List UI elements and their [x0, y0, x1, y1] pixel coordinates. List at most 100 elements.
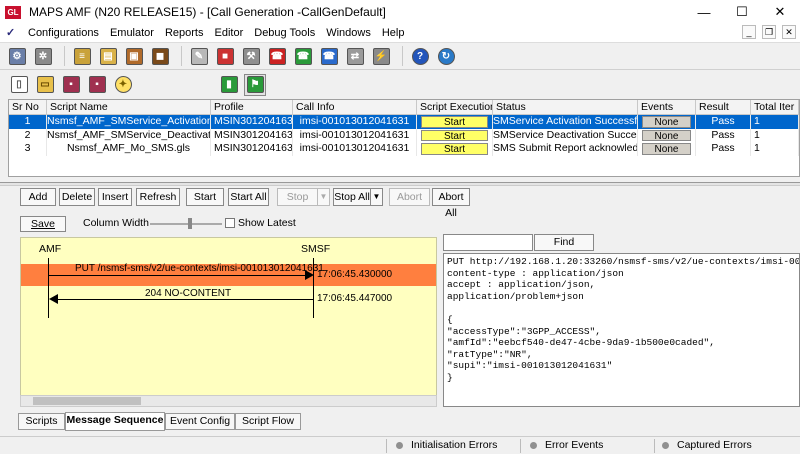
message-label: PUT /nsmsf-sms/v2/ue-contexts/imsi-00101… — [75, 263, 324, 274]
error-events-status[interactable]: Error Events — [530, 439, 603, 451]
config-button[interactable]: ⚙ — [6, 45, 28, 67]
tip-button[interactable]: ✦ — [112, 74, 134, 96]
show-latest-checkbox[interactable] — [225, 218, 235, 228]
mdi-restore-button[interactable]: ❐ — [762, 25, 776, 39]
column-header[interactable]: Sr No — [9, 100, 47, 114]
phone-red-button[interactable]: ☎ — [266, 45, 288, 67]
pane-splitter[interactable] — [0, 182, 800, 186]
stop-all-button[interactable]: Stop All — [333, 188, 371, 206]
package-button[interactable]: ▣ — [123, 45, 145, 67]
events-button[interactable]: None — [642, 143, 691, 155]
table-row[interactable]: 2 Nsmsf_AMF_SMService_Deactivation.gls M… — [9, 128, 799, 142]
open-folder-button[interactable]: ▭ — [34, 74, 56, 96]
start-script-button[interactable]: Start — [421, 116, 488, 128]
total-iter-cell: 1 — [751, 128, 799, 142]
menu-windows[interactable]: Windows — [322, 27, 378, 39]
start-all-button[interactable]: Start All — [228, 188, 269, 206]
tab-event-config[interactable]: Event Config — [165, 413, 235, 430]
script-folder-button[interactable]: ▤ — [97, 45, 119, 67]
message-sequence-diagram: AMF SMSF PUT /nsmsf-sms/v2/ue-contexts/i… — [20, 237, 437, 407]
gear-icon: ✲ — [34, 47, 52, 65]
menu-debug-tools[interactable]: Debug Tools — [250, 27, 322, 39]
menu-editor[interactable]: Editor — [211, 27, 251, 39]
close-button[interactable]: ✕ — [764, 0, 796, 24]
multi-node-button[interactable]: ⚑ — [244, 73, 266, 96]
menu-help[interactable]: Help — [378, 27, 412, 39]
tab-script-flow[interactable]: Script Flow — [235, 413, 301, 430]
menu-configurations[interactable]: Configurations — [24, 27, 106, 39]
save-as-icon: ▪ — [88, 76, 106, 93]
slider-thumb[interactable] — [188, 218, 192, 229]
stop-dropdown-button[interactable]: ▼ — [317, 188, 330, 206]
column-header[interactable]: Script Execution — [417, 100, 493, 114]
maximize-button[interactable]: ☐ — [726, 0, 758, 24]
stop-button[interactable]: Stop — [277, 188, 318, 206]
table-header: Sr No Script Name Profile Call Info Scri… — [9, 100, 799, 115]
help-button[interactable]: ? — [409, 45, 431, 67]
menu-reports[interactable]: Reports — [161, 27, 211, 39]
init-errors-label: Initialisation Errors — [411, 439, 498, 451]
column-header[interactable]: Total Iter — [751, 100, 799, 114]
insert-button[interactable]: Insert — [98, 188, 132, 206]
edit-doc-button[interactable]: ✎ — [188, 45, 210, 67]
multi-node-icon: ⚑ — [246, 76, 264, 93]
phone-blue-button[interactable]: ☎ — [318, 45, 340, 67]
route-button[interactable]: ⇄ — [344, 45, 366, 67]
mdi-minimize-button[interactable]: _ — [742, 25, 756, 39]
horizontal-scrollbar[interactable] — [20, 395, 437, 407]
toolbar-separator — [64, 46, 65, 66]
find-input[interactable] — [443, 234, 533, 251]
single-node-button[interactable]: ▮ — [218, 74, 240, 96]
table-row[interactable]: 1 Nsmsf_AMF_SMService_Activation.gls MSI… — [9, 115, 799, 129]
find-button[interactable]: Find — [534, 234, 594, 251]
stop-all-dropdown-button[interactable]: ▼ — [370, 188, 383, 206]
events-button[interactable]: None — [642, 116, 691, 128]
column-header[interactable]: Events — [638, 100, 696, 114]
column-header[interactable]: Call Info — [293, 100, 417, 114]
briefcase-button[interactable]: ◼ — [149, 45, 171, 67]
save-as-button[interactable]: ▪ — [86, 74, 108, 96]
column-header[interactable]: Result — [696, 100, 751, 114]
message-detail-panel[interactable]: PUT http://192.168.1.20:33260/nsmsf-sms/… — [443, 253, 800, 407]
column-header[interactable]: Status — [493, 100, 638, 114]
events-button[interactable]: None — [642, 129, 691, 141]
stop-doc-button[interactable]: ■ — [214, 45, 236, 67]
save-sequence-button[interactable]: Save — [20, 216, 66, 232]
column-header[interactable]: Profile — [211, 100, 293, 114]
init-errors-status[interactable]: Initialisation Errors — [396, 439, 497, 451]
tab-scripts[interactable]: Scripts — [18, 413, 65, 430]
tool-button[interactable]: ⚒ — [240, 45, 262, 67]
tab-message-sequence[interactable]: Message Sequence — [65, 412, 165, 431]
status-led-icon — [396, 441, 403, 449]
delete-button[interactable]: Delete — [59, 188, 95, 206]
column-width-slider[interactable] — [150, 223, 222, 225]
total-iter-cell: 1 — [751, 115, 799, 129]
start-script-button[interactable]: Start — [421, 143, 488, 155]
database-button[interactable]: ≡ — [71, 45, 93, 67]
save-file-button[interactable]: ▪ — [60, 74, 82, 96]
sequence-message[interactable]: PUT /nsmsf-sms/v2/ue-contexts/imsi-00101… — [21, 263, 436, 286]
add-button[interactable]: Add — [20, 188, 56, 206]
new-file-button[interactable]: ▯ — [8, 74, 30, 96]
detail-line: "accessType":"3GPP_ACCESS", — [447, 325, 601, 337]
minimize-button[interactable]: — — [688, 0, 720, 24]
abort-all-button[interactable]: Abort All — [432, 188, 470, 219]
phone-blue-icon: ☎ — [320, 47, 338, 65]
table-row[interactable]: 3 Nsmsf_AMF_Mo_SMS.gls MSIN3012041631 im… — [9, 142, 799, 156]
refresh-list-button[interactable]: Refresh — [136, 188, 180, 206]
column-header[interactable]: Script Name — [47, 100, 211, 114]
start-button[interactable]: Start — [186, 188, 224, 206]
detail-line: "amfId":"eebcf540-de47-4cbe-9da9-1b500e0… — [447, 337, 715, 349]
start-script-button[interactable]: Start — [421, 129, 488, 141]
message-label: 204 NO-CONTENT — [145, 288, 232, 299]
settings-button[interactable]: ✲ — [32, 45, 54, 67]
captured-errors-status[interactable]: Captured Errors — [662, 439, 752, 451]
phone-green-button[interactable]: ☎ — [292, 45, 314, 67]
sr-no-cell: 3 — [9, 142, 47, 156]
scrollbar-thumb[interactable] — [33, 397, 141, 405]
menu-emulator[interactable]: Emulator — [106, 27, 161, 39]
refresh-button[interactable]: ↻ — [435, 45, 457, 67]
abort-button[interactable]: Abort — [389, 188, 430, 206]
network-button[interactable]: ⚡ — [370, 45, 392, 67]
mdi-close-button[interactable]: ✕ — [782, 25, 796, 39]
